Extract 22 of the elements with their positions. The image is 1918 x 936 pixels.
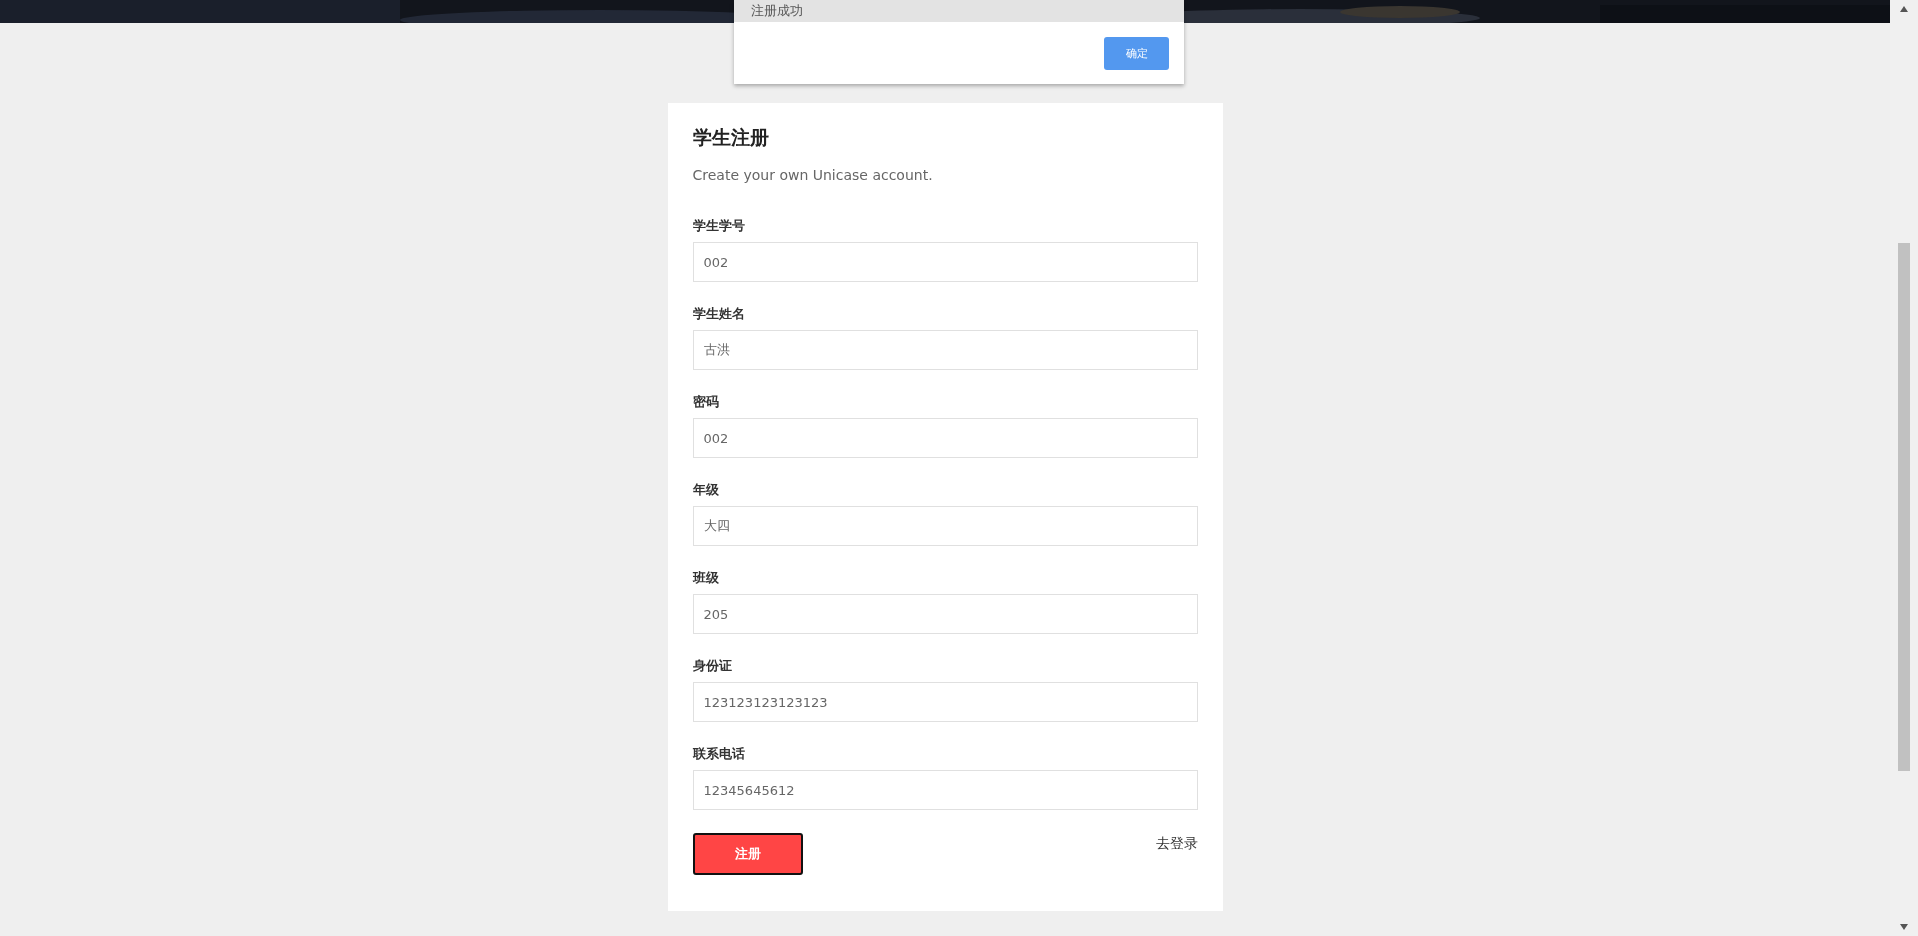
- form-subtitle: Create your own Unicase account.: [692, 167, 934, 183]
- login-link[interactable]: 去登录: [1155, 835, 1198, 853]
- input-field[interactable]: 002: [692, 242, 1198, 282]
- input-field[interactable]: 002: [692, 418, 1198, 458]
- field-label: 身份证: [692, 657, 733, 675]
- input-field[interactable]: 205: [692, 594, 1198, 634]
- field-label: 班级: [692, 569, 720, 587]
- field-label: 学生姓名: [692, 305, 746, 323]
- input-field[interactable]: 123123123123123: [692, 682, 1198, 722]
- scroll-up-icon[interactable]: [1899, 5, 1909, 13]
- input-field[interactable]: 大四: [692, 506, 1198, 546]
- field-label: 联系电话: [692, 745, 746, 763]
- field-label: 年级: [692, 481, 720, 499]
- field-label: 密码: [692, 393, 720, 411]
- field-label: 学生学号: [692, 217, 746, 235]
- dialog-message: 注册成功: [734, 0, 1184, 22]
- form-title: 学生注册: [692, 125, 770, 150]
- register-button[interactable]: 注册: [692, 833, 803, 875]
- scroll-down-icon[interactable]: [1899, 923, 1909, 931]
- input-field[interactable]: 12345645612: [692, 770, 1198, 810]
- input-field[interactable]: 古洪: [692, 330, 1198, 370]
- scrollbar-thumb[interactable]: [1898, 243, 1910, 771]
